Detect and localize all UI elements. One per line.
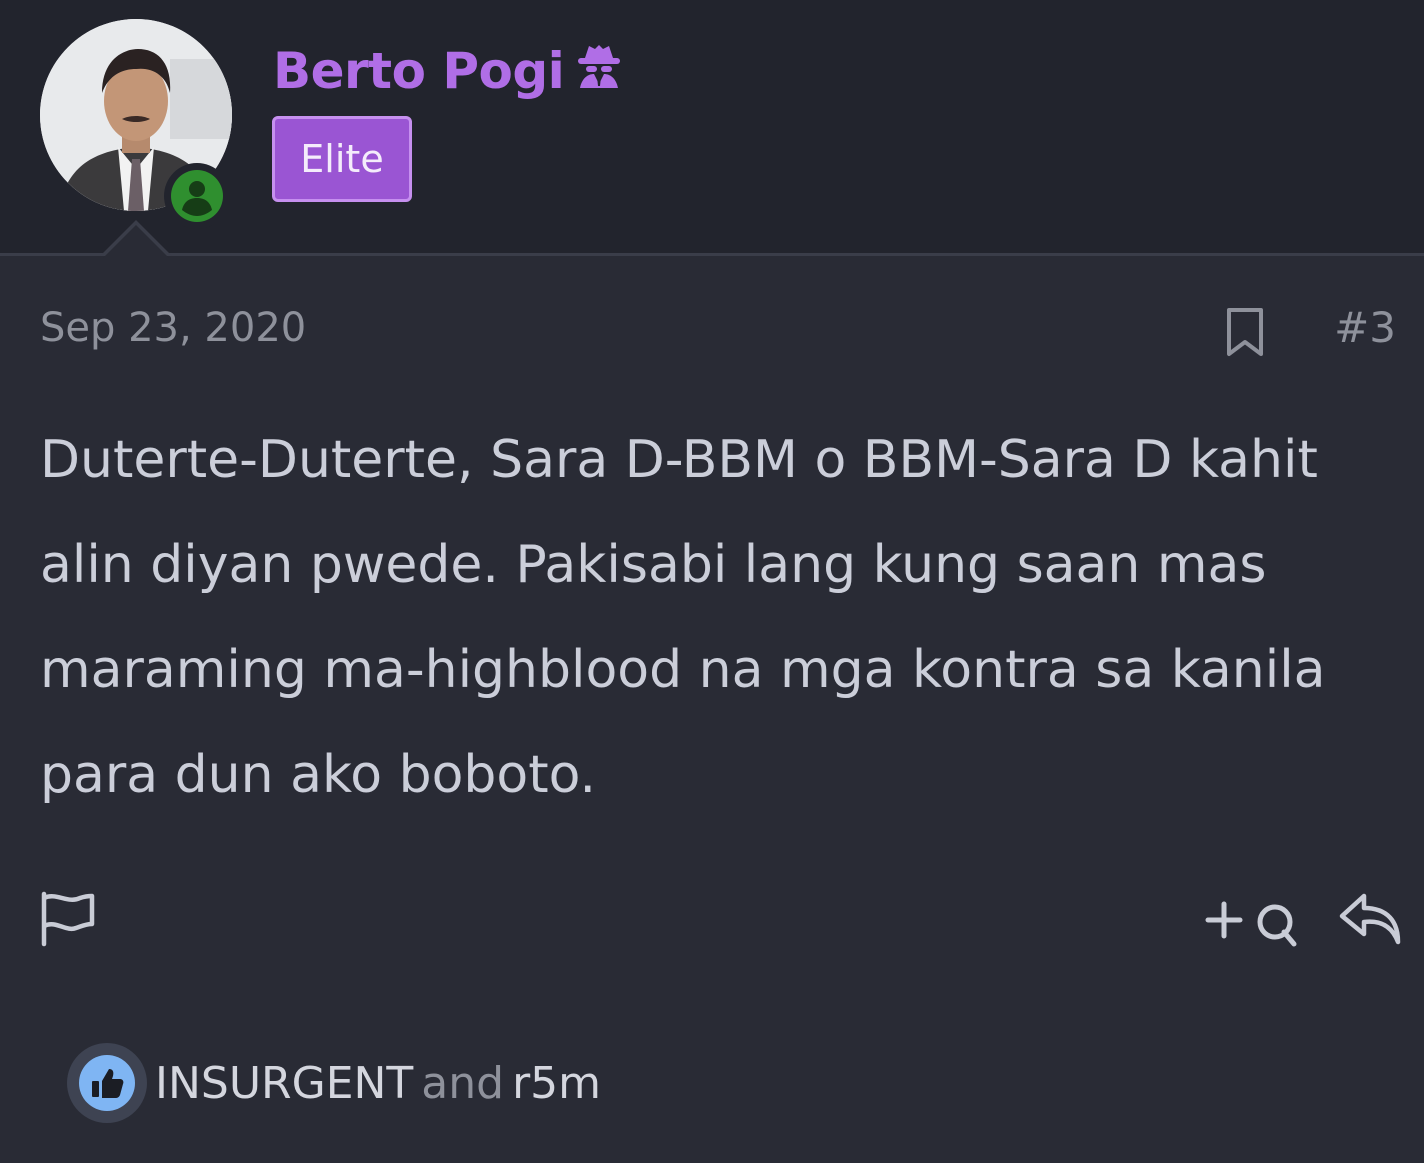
bookmark-icon[interactable] [1222,306,1268,358]
reply-icon[interactable] [1336,888,1404,950]
post-body: Duterte-Duterte, Sara D-BBM o BBM-Sara D… [40,430,1326,805]
reaction-user-2[interactable]: r5m [512,1058,601,1109]
user-title-badge: Elite [272,116,412,202]
post-date[interactable]: Sep 23, 2020 [40,305,306,351]
spy-icon [574,40,624,102]
like-icon [67,1043,147,1123]
reaction-user-1[interactable]: INSURGENT [155,1058,413,1109]
multi-quote-icon[interactable] [1204,892,1300,950]
username[interactable]: Berto Pogi [273,36,624,106]
report-flag-icon[interactable] [36,888,98,948]
reaction-joiner: and [421,1057,505,1109]
post-number-link[interactable]: #3 [1334,303,1396,352]
reactions-bar[interactable]: INSURGENT and r5m [67,1043,601,1123]
username-label[interactable]: Berto Pogi [273,42,565,100]
post-header: Berto Pogi Elite [0,0,1424,258]
online-status-icon [164,163,230,229]
